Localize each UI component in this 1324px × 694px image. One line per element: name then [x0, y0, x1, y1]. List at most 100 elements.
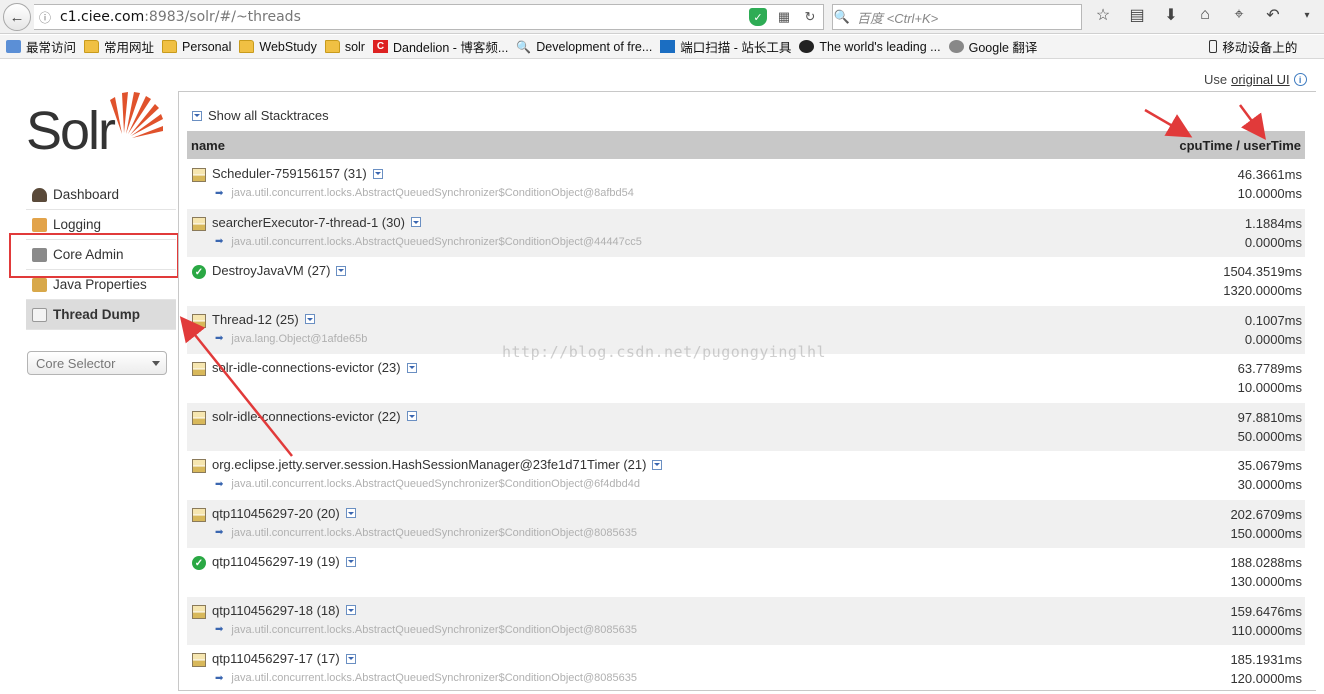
user-time: 120.0000ms [1230, 671, 1302, 686]
cpu-time: 35.0679ms [1237, 458, 1302, 473]
lock-info: ➡ java.util.concurrent.locks.AbstractQueu… [215, 623, 637, 636]
expand-icon[interactable] [372, 168, 383, 179]
lock-info: ➡ java.util.concurrent.locks.AbstractQueu… [215, 672, 637, 684]
expand-icon[interactable] [406, 411, 417, 421]
folder-icon [324, 40, 340, 53]
url-text[interactable]: c1.ciee.com:8983/solr/#/~threads [56, 9, 301, 25]
bookmark-item[interactable]: 🔍 Development of fre... [516, 40, 652, 55]
lock-info: ➡ java.util.concurrent.locks.AbstractQueu… [215, 526, 637, 539]
red-c-icon: C [372, 40, 388, 53]
show-all-stacktraces[interactable]: Show all Stacktraces [192, 108, 329, 123]
expand-icon[interactable] [336, 265, 347, 276]
solr-sun-icon [110, 92, 163, 138]
info-icon[interactable]: ⓘ [34, 9, 56, 26]
folder-icon [239, 40, 255, 53]
expand-icon[interactable] [345, 556, 356, 567]
thread-table: Scheduler-759156157 (31) ➡ java.util.concu… [187, 160, 1305, 694]
table-row: solr-idle-connections-evictor (23) 63.778… [187, 354, 1305, 403]
bookmark-item[interactable]: Personal [162, 40, 231, 54]
original-ui-link[interactable]: original UI [1231, 72, 1290, 87]
bookmark-item[interactable]: C Dandelion - 博客频... [372, 37, 508, 56]
reading-list-icon[interactable]: ▤ [1126, 6, 1148, 24]
user-time: 30.0000ms [1237, 477, 1302, 492]
core-selector[interactable]: Core Selector [27, 351, 167, 375]
mobile-icon [1209, 40, 1218, 53]
url-bar[interactable]: ⓘ c1.ciee.com:8983/solr/#/~threads ✓ ▦ ↻ [34, 4, 824, 30]
table-row: org.eclipse.jetty.server.session.HashSes… [187, 451, 1305, 500]
arrow-right-icon: ➡ [215, 478, 224, 490]
thread-name[interactable]: DestroyJavaVM (27) [212, 263, 347, 278]
expand-icon[interactable] [345, 653, 356, 664]
qr-code-icon[interactable]: ▦ [775, 8, 793, 26]
thread-dump-icon [32, 307, 47, 322]
folder-icon [84, 40, 100, 53]
expand-icon[interactable] [652, 459, 663, 470]
download-icon[interactable]: ⬇ [1160, 6, 1182, 24]
bookmark-item[interactable]: 端口扫描 - 站长工具 [660, 37, 791, 56]
table-row: ✓ qtp110456297-19 (19) 188.0288ms 130.0000m… [187, 548, 1305, 597]
thread-name[interactable]: solr-idle-connections-evictor (23) [212, 360, 417, 375]
bookmark-item[interactable]: Google 翻译 [948, 37, 1037, 56]
thread-name[interactable]: qtp110456297-19 (19) [212, 554, 356, 569]
expand-icon[interactable] [304, 314, 315, 324]
hourglass-icon [192, 459, 206, 473]
hourglass-icon [192, 410, 206, 425]
table-row: qtp110456297-17 (17) ➡ java.util.concurren… [187, 645, 1305, 694]
user-time: 10.0000ms [1237, 186, 1302, 201]
home-icon[interactable]: ⌂ [1194, 6, 1216, 24]
search-input[interactable]: 🔍 百度 <Ctrl+K> [832, 4, 1082, 30]
bookmark-item[interactable]: 常用网址 [84, 37, 154, 56]
cpu-time: 202.6709ms [1230, 506, 1302, 522]
chevron-down-icon [152, 361, 160, 366]
search-icon: 🔍 [833, 9, 851, 24]
lock-info: ➡ java.util.concurrent.locks.AbstractQueu… [215, 235, 642, 248]
cpu-time: 159.6476ms [1230, 603, 1302, 619]
thread-name[interactable]: qtp110456297-17 (17) [212, 651, 356, 666]
cpu-time: 97.8810ms [1237, 409, 1302, 425]
table-header: name cpuTime / userTime [187, 131, 1305, 159]
thread-name[interactable]: qtp110456297-18 (18) [212, 603, 356, 618]
bookmark-item[interactable]: WebStudy [239, 40, 317, 54]
expand-icon[interactable] [345, 605, 356, 615]
hourglass-icon [192, 168, 206, 182]
nav-thread-dump[interactable]: Thread Dump [26, 300, 176, 330]
thread-name[interactable]: Thread-12 (25) [212, 312, 315, 327]
java-icon [32, 277, 47, 292]
expand-icon[interactable] [345, 508, 356, 518]
menu-chevron-down-icon[interactable]: ▾ [1296, 6, 1318, 24]
thread-name[interactable]: searcherExecutor-7-thread-1 (30) [212, 215, 421, 230]
back-arrow-icon[interactable]: ← [3, 3, 31, 31]
thread-name[interactable]: Scheduler-759156157 (31) [212, 166, 383, 181]
hourglass-icon [192, 653, 206, 667]
table-row: Thread-12 (25) ➡ java.lang.Object@1afde65b… [187, 305, 1305, 354]
reload-icon[interactable]: ↻ [801, 8, 819, 26]
bookmark-item[interactable]: solr [324, 40, 365, 54]
expand-icon[interactable] [406, 362, 417, 373]
thread-name[interactable]: solr-idle-connections-evictor (22) [212, 409, 417, 424]
info-icon[interactable]: i [1293, 73, 1307, 86]
undo-icon[interactable]: ↶ [1262, 6, 1284, 24]
bookmark-star-icon[interactable]: ☆ [1092, 6, 1114, 24]
table-row: qtp110456297-18 (18) ➡ java.util.concurren… [187, 596, 1305, 645]
thread-name[interactable]: org.eclipse.jetty.server.session.HashSes… [212, 457, 663, 472]
bookmark-item[interactable]: 最常访问 [6, 37, 76, 56]
bookmark-item[interactable]: 移动设备上的 [1209, 37, 1297, 56]
bookmark-item[interactable]: The world's leading ... [799, 40, 941, 54]
nav-dashboard[interactable]: Dashboard [26, 180, 176, 210]
expand-icon[interactable] [192, 110, 202, 121]
logo-text: Solr [26, 101, 116, 161]
check-circle-icon: ✓ [192, 556, 206, 570]
cpu-time: 46.3661ms [1237, 167, 1302, 182]
shield-check-icon[interactable]: ✓ [749, 8, 767, 26]
table-row: ✓ DestroyJavaVM (27) 1504.3519ms 1320.0000m… [187, 257, 1305, 306]
crop-icon[interactable]: ⌖ [1228, 6, 1250, 24]
table-row: Scheduler-759156157 (31) ➡ java.util.concu… [187, 160, 1305, 209]
cpu-time: 1504.3519ms [1223, 264, 1302, 279]
dashboard-icon [32, 187, 47, 202]
table-row: searcherExecutor-7-thread-1 (30) ➡ java.ut… [187, 208, 1305, 257]
hourglass-icon [192, 604, 206, 619]
cpu-time: 1.1884ms [1244, 215, 1302, 231]
expand-icon[interactable] [410, 217, 421, 227]
bookmarks-bar: 最常访问 常用网址 Personal WebStudy solr C Dandel… [0, 35, 1324, 59]
thread-name[interactable]: qtp110456297-20 (20) [212, 506, 356, 521]
